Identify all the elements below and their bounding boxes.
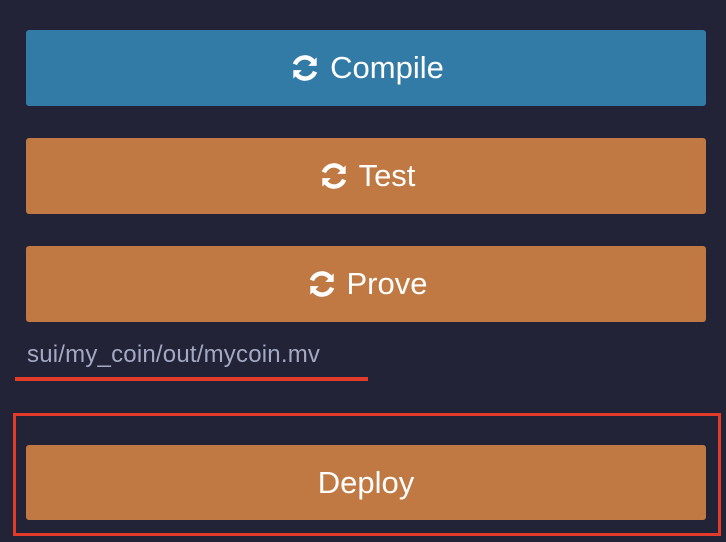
compile-button[interactable]: Compile [26,30,706,106]
prove-button[interactable]: Prove [26,246,706,322]
refresh-icon [305,267,339,301]
deploy-button-label: Deploy [317,464,415,500]
path-underline-annotation [15,377,368,381]
deploy-button[interactable]: Deploy [26,445,706,520]
compile-button-label: Compile [330,50,444,85]
refresh-icon [288,51,322,85]
test-button[interactable]: Test [26,138,706,214]
prove-button-label: Prove [346,266,428,301]
refresh-icon [317,159,351,193]
output-file-path: sui/my_coin/out/mycoin.mv [27,341,321,368]
test-button-label: Test [358,158,416,193]
